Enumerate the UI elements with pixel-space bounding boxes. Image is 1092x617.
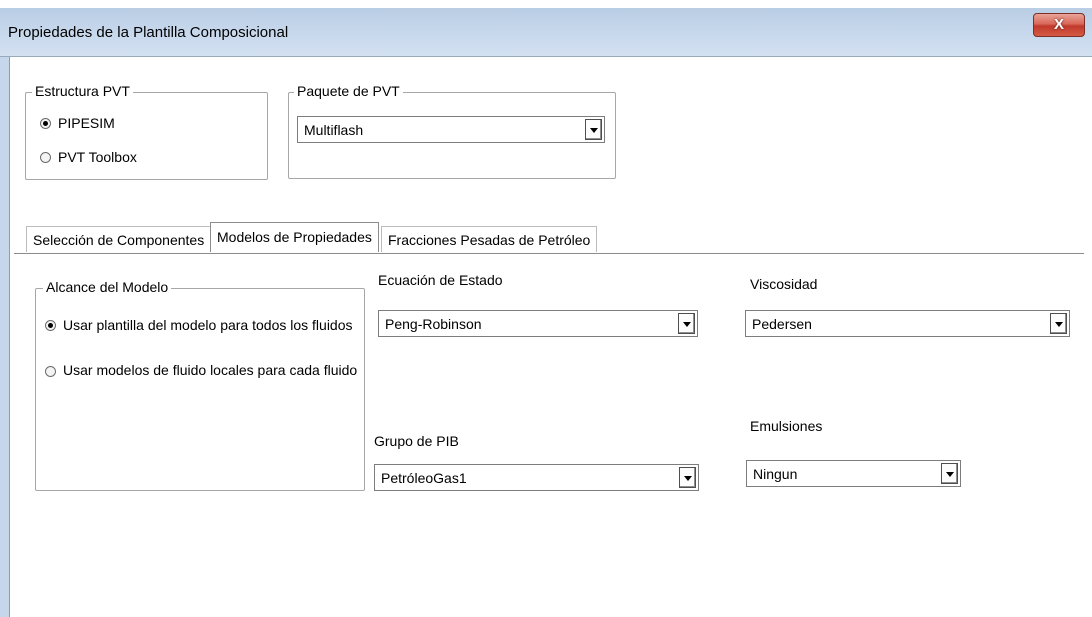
radio-pipesim-label[interactable]: PIPESIM [58, 115, 115, 131]
chevron-down-icon[interactable] [1050, 313, 1067, 334]
emulsiones-value: Ningun [753, 466, 798, 482]
chevron-down-icon[interactable] [585, 119, 602, 140]
paquete-pvt-select[interactable]: Multiflash [297, 116, 605, 143]
chevron-down-icon[interactable] [941, 463, 958, 484]
emulsiones-label: Emulsiones [750, 418, 823, 434]
radio-pipesim[interactable] [40, 118, 51, 129]
window-title: Propiedades de la Plantilla Composiciona… [8, 24, 289, 41]
radio-usar-plantilla[interactable] [45, 320, 56, 331]
chevron-down-icon[interactable] [678, 313, 695, 334]
estructura-pvt-legend: Estructura PVT [32, 83, 133, 99]
alcance-modelo-legend: Alcance del Modelo [43, 279, 172, 295]
radio-usar-plantilla-label[interactable]: Usar plantilla del modelo para todos los… [63, 317, 353, 333]
title-bar: Propiedades de la Plantilla Composiciona… [0, 0, 1092, 57]
tab-seleccion-componentes[interactable]: Selección de Componentes [26, 226, 212, 252]
estructura-pvt-group [25, 92, 268, 180]
tab-modelos-propiedades[interactable]: Modelos de Propiedades [210, 222, 379, 252]
paquete-pvt-value: Multiflash [304, 122, 364, 138]
viscosidad-select[interactable]: Pedersen [745, 310, 1070, 337]
tab-fracciones-pesadas[interactable]: Fracciones Pesadas de Petróleo [381, 226, 598, 252]
paquete-pvt-legend: Paquete de PVT [294, 83, 403, 99]
grupo-pib-value: PetróleoGas1 [381, 470, 467, 486]
emulsiones-select[interactable]: Ningun [746, 460, 961, 487]
window-frame-left [0, 57, 10, 617]
close-button[interactable]: X [1033, 13, 1085, 37]
grupo-pib-select[interactable]: PetróleoGas1 [374, 464, 699, 491]
ecuacion-estado-label: Ecuación de Estado [378, 272, 503, 288]
chevron-down-icon[interactable] [679, 467, 696, 488]
radio-pvt-toolbox-label[interactable]: PVT Toolbox [58, 149, 137, 165]
ecuacion-estado-value: Peng-Robinson [385, 316, 482, 332]
radio-modelos-locales[interactable] [45, 366, 56, 377]
radio-modelos-locales-label[interactable]: Usar modelos de fluido locales para cada… [63, 362, 357, 378]
title-bar-top-strip [0, 0, 1092, 8]
tab-panel-border [14, 253, 1084, 254]
viscosidad-label: Viscosidad [750, 276, 818, 292]
grupo-pib-label: Grupo de PIB [374, 433, 459, 449]
radio-pvt-toolbox[interactable] [40, 152, 51, 163]
viscosidad-value: Pedersen [752, 316, 812, 332]
ecuacion-estado-select[interactable]: Peng-Robinson [378, 310, 698, 337]
